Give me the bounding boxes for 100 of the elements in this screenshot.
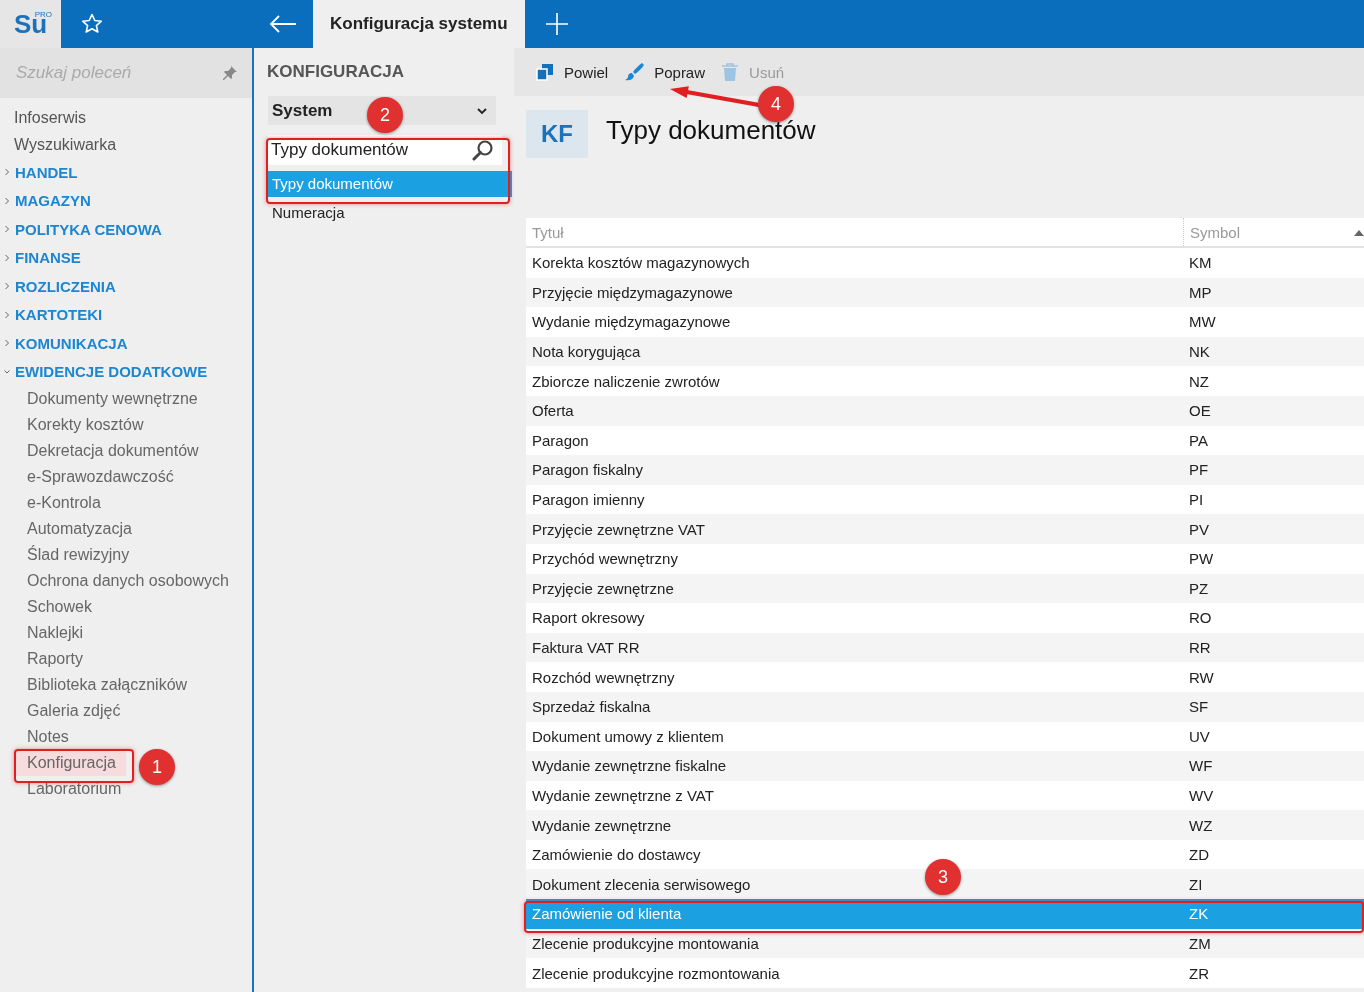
table-row[interactable]: Korekta kosztów magazynowych KM — [526, 248, 1364, 278]
table-cell: WZ — [1189, 816, 1213, 834]
chevron-icon — [4, 310, 10, 319]
chevron-down-icon — [476, 106, 488, 115]
table-row[interactable]: Sprzedaż fiskalna SF — [526, 691, 1364, 722]
table-cell: PF — [1189, 461, 1209, 479]
table-cell: Nota korygująca — [532, 343, 641, 361]
table-row[interactable]: Rozchód wewnętrzny RW — [526, 662, 1364, 692]
table-row[interactable]: Paragon PA — [526, 425, 1364, 456]
sidebar-item[interactable]: Korekty kosztów — [16, 412, 154, 438]
table-cell: NK — [1189, 343, 1210, 361]
duplicate-button[interactable]: Powiel — [536, 62, 609, 82]
sidebar-item[interactable]: Schowek — [16, 594, 102, 620]
app-logo[interactable]: SuPRO — [0, 0, 61, 48]
sidebar-item[interactable]: Dekretacja dokumentów — [16, 438, 209, 464]
chevron-icon — [4, 196, 10, 205]
table-row[interactable]: Wydanie zewnętrzne fiskalne WF — [526, 751, 1364, 781]
copy-icon — [536, 63, 554, 81]
search-icon — [472, 139, 494, 161]
sidebar-item[interactable]: Raporty — [16, 646, 94, 672]
table-cell: Przyjęcie zewnętrzne VAT — [532, 520, 705, 538]
sidebar-item[interactable]: Biblioteka załączników — [16, 672, 198, 698]
table-cell: Paragon fiskalny — [532, 461, 643, 479]
sidebar-item[interactable]: Konfiguracja — [16, 750, 126, 776]
sidebar-item[interactable]: Wyszukiwarka — [0, 131, 252, 158]
tab[interactable]: Konfiguracja systemu — [313, 0, 525, 48]
sidebar-item[interactable]: e-Kontrola — [16, 490, 111, 516]
panel-title: KONFIGURACJA — [267, 62, 405, 83]
trash-icon — [721, 62, 740, 82]
table-cell: Paragon imienny — [532, 491, 645, 509]
table-cell: NZ — [1189, 372, 1209, 390]
table-row[interactable]: Raport okresowy RO — [526, 603, 1364, 633]
table-cell: MW — [1189, 313, 1216, 331]
table-cell: Dokument umowy z klientem — [532, 727, 724, 745]
table-cell: Przychód wewnętrzny — [532, 550, 678, 568]
sort-ascending-icon — [1354, 230, 1364, 236]
table-cell: ZM — [1189, 934, 1211, 952]
sidebar-item[interactable]: Notes — [16, 724, 79, 750]
sidebar-group[interactable]: EWIDENCJE DODATKOWE — [0, 357, 252, 386]
search-field[interactable]: Typy dokumentów — [268, 135, 502, 165]
sidebar-group[interactable]: ROZLICZENIA — [0, 272, 252, 301]
table-cell: ZI — [1189, 875, 1203, 893]
table-row[interactable]: Przyjęcie zewnętrzne VAT PV — [526, 514, 1364, 544]
star-icon — [79, 12, 104, 36]
table-row[interactable]: Wydanie zewnętrzne WZ — [526, 810, 1364, 840]
table-row[interactable]: Zbiorcze naliczenie zwrotów NZ — [526, 366, 1364, 396]
table-row[interactable]: Zamówienie do dostawcy ZD — [526, 839, 1364, 870]
table-row[interactable]: Wydanie zewnętrzne z VAT WV — [526, 780, 1364, 811]
table-row[interactable]: Paragon fiskalny PF — [526, 455, 1364, 485]
sidebar-item[interactable]: Automatyzacja — [16, 516, 142, 542]
table-row[interactable]: Przyjęcie międzymagazynowe MP — [526, 277, 1364, 308]
edit-button[interactable]: Popraw — [624, 62, 706, 82]
chevron-icon — [4, 253, 10, 262]
sidebar-item[interactable]: Ochrona danych osobowych — [16, 568, 239, 594]
sidebar-item[interactable]: Dokumenty wewnętrzne — [16, 386, 208, 412]
sidebar-item[interactable]: Galeria zdjęć — [16, 698, 131, 724]
module-badge: KF — [526, 110, 588, 158]
chevron-icon — [4, 367, 10, 376]
sidebar-group[interactable]: FINANSE — [0, 243, 252, 272]
brush-icon — [624, 62, 645, 82]
table-cell: PV — [1189, 520, 1209, 538]
table-cell: Wydanie zewnętrzne — [532, 816, 672, 834]
table-row[interactable]: Faktura VAT RR RR — [526, 632, 1364, 663]
table-cell: ZD — [1189, 846, 1209, 864]
result-item[interactable]: Numeracja — [254, 200, 512, 226]
sidebar-item[interactable]: Naklejki — [16, 620, 93, 646]
sidebar-group[interactable]: MAGAZYN — [0, 186, 252, 215]
table-cell: Dokument zlecenia serwisowego — [532, 875, 751, 893]
table-cell: Wydanie międzymagazynowe — [532, 313, 731, 331]
table-row[interactable]: Oferta OE — [526, 395, 1364, 426]
sidebar-item[interactable]: Ślad rewizyjny — [16, 542, 140, 568]
table-cell: ZK — [1189, 905, 1209, 923]
chevron-icon — [4, 225, 10, 234]
table-row[interactable]: Wydanie międzymagazynowe MW — [526, 307, 1364, 337]
sidebar-item[interactable]: e-Sprawozdawczość — [16, 464, 184, 490]
table-row[interactable]: Paragon imienny PI — [526, 484, 1364, 515]
sidebar-group[interactable]: KOMUNIKACJA — [0, 329, 252, 358]
table-cell: UV — [1189, 727, 1210, 745]
table-cell: Wydanie zewnętrzne z VAT — [532, 787, 714, 804]
table-cell: Zamówienie od klienta — [532, 905, 682, 923]
chevron-icon — [4, 168, 10, 177]
table-cell: WV — [1189, 787, 1214, 804]
table-cell: ZR — [1189, 964, 1209, 982]
table-cell: SF — [1189, 698, 1209, 716]
table-row[interactable]: Przychód wewnętrzny PW — [526, 543, 1364, 574]
table-row[interactable]: Dokument umowy z klientem UV — [526, 721, 1364, 752]
table-row[interactable]: Przyjęcie zewnętrzne PZ — [526, 573, 1364, 604]
table-cell: Zbiorcze naliczenie zwrotów — [532, 372, 720, 390]
table-cell: OE — [1189, 402, 1211, 420]
sidebar-group[interactable]: POLITYKA CENOWA — [0, 215, 252, 244]
table-cell: Rozchód wewnętrzny — [532, 668, 675, 686]
table-row[interactable]: Zlecenie produkcyjne rozmontowania ZR — [526, 958, 1364, 988]
table-cell: Przyjęcie międzymagazynowe — [532, 283, 733, 301]
sidebar-item[interactable]: Infoserwis — [0, 104, 252, 131]
sidebar-group[interactable]: HANDEL — [0, 158, 252, 187]
sidebar-group[interactable]: KARTOTEKI — [0, 300, 252, 329]
table-row[interactable]: Nota korygująca NK — [526, 336, 1364, 367]
table-cell: PZ — [1189, 579, 1209, 597]
table-cell: Zlecenie produkcyjne rozmontowania — [532, 964, 780, 982]
sidebar-item[interactable]: Laboratorium — [16, 776, 132, 802]
